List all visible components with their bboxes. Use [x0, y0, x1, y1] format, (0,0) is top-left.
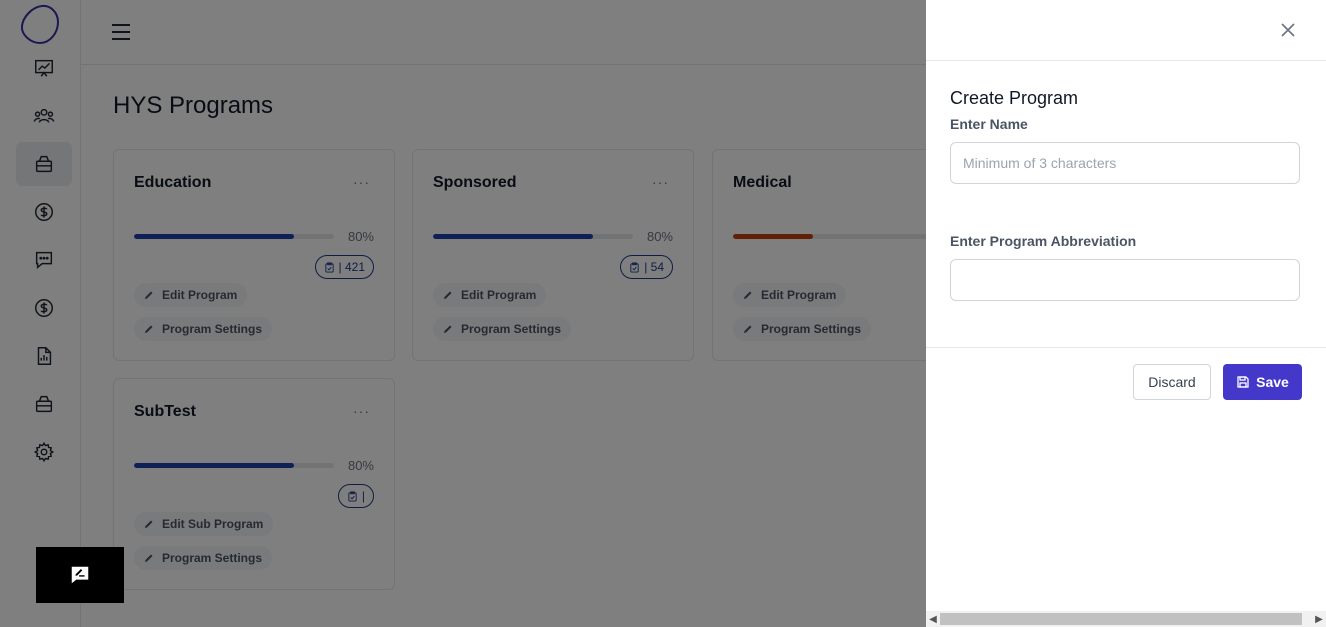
- abbreviation-field-label: Enter Program Abbreviation: [950, 233, 1137, 249]
- save-label: Save: [1256, 374, 1289, 390]
- discard-button[interactable]: Discard: [1133, 364, 1211, 400]
- app-root: HYS Programs Education ··· 80% | 421 Edi…: [0, 0, 1326, 627]
- save-button[interactable]: Save: [1223, 364, 1302, 400]
- scrollbar-thumb[interactable]: [940, 613, 1302, 625]
- drawer-divider: [926, 347, 1326, 348]
- abbreviation-input[interactable]: [950, 259, 1300, 301]
- horizontal-scrollbar[interactable]: ◀ ▶: [926, 611, 1326, 627]
- scroll-left-arrow-icon[interactable]: ◀: [926, 611, 940, 627]
- drawer-title: Create Program: [950, 88, 1079, 108]
- feedback-button[interactable]: [36, 547, 124, 603]
- feedback-icon: [71, 566, 89, 584]
- name-input[interactable]: [950, 142, 1300, 184]
- save-icon: [1237, 376, 1249, 388]
- create-program-drawer: Create Program Enter Name Enter Program …: [926, 0, 1326, 627]
- scroll-right-arrow-icon[interactable]: ▶: [1312, 611, 1326, 627]
- close-icon[interactable]: [1280, 22, 1296, 38]
- name-field-label: Enter Name: [950, 116, 1028, 132]
- drawer-header: [926, 0, 1326, 61]
